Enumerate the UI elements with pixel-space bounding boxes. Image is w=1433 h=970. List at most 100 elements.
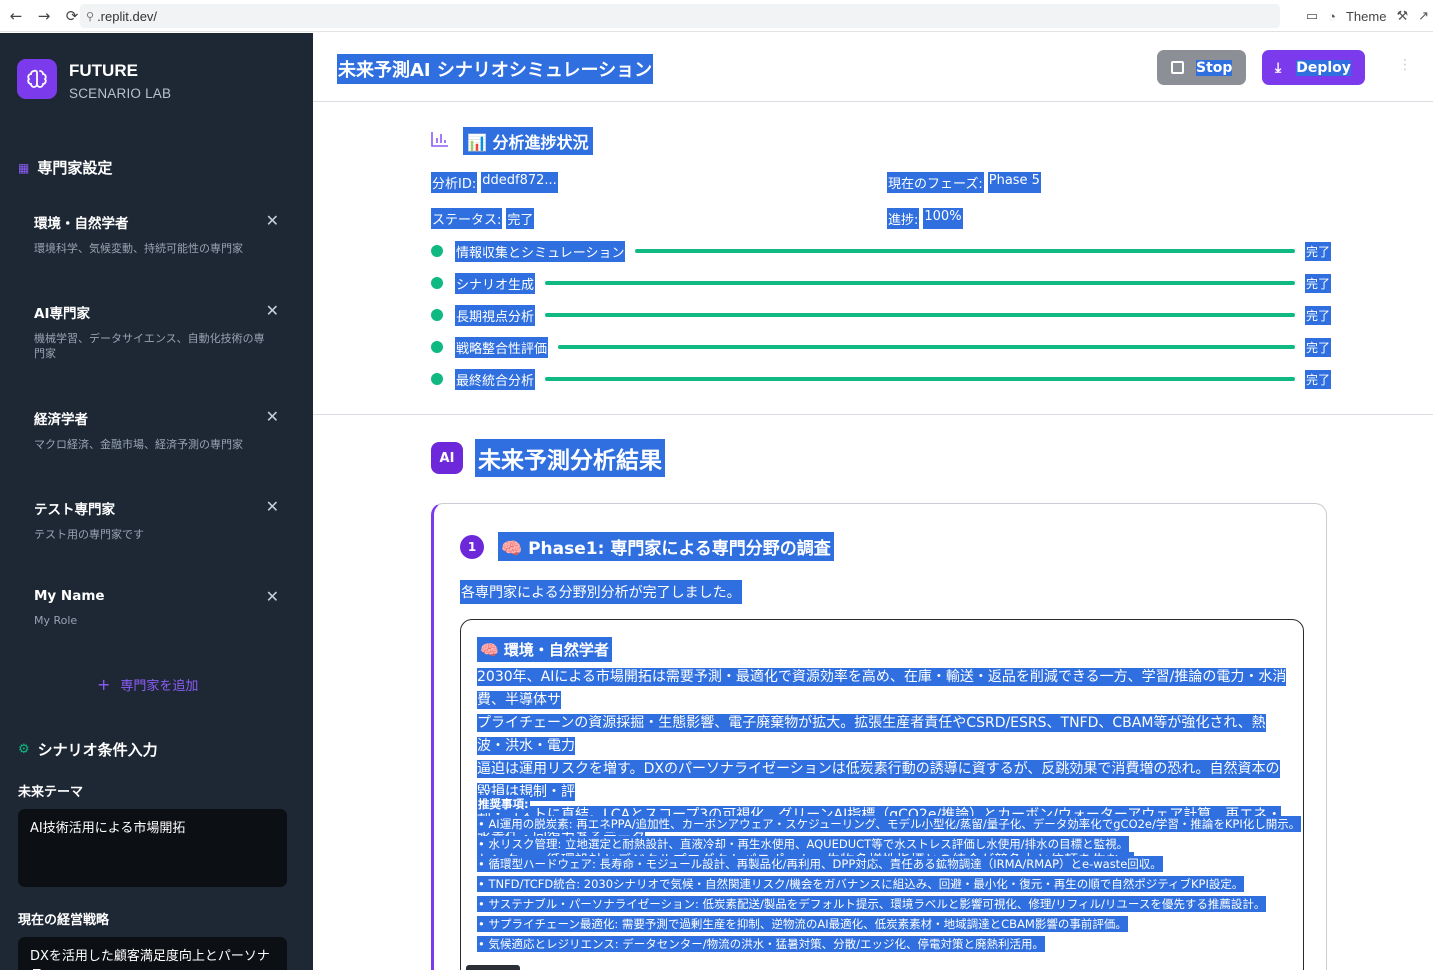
progress-percent: 進捗: 100% <box>887 208 963 229</box>
step-status: 完了 <box>1304 369 1331 389</box>
expert-item[interactable]: 経済学者 マクロ経済、金融市場、経済予測の専門家 ✕ <box>34 407 279 452</box>
browser-toolbar: ← → ⟳ ⚲ .replit.dev/ ▭ ◔ Theme ⚒ ↗ <box>0 0 1433 32</box>
progress-step: 情報収集とシミュレーション 完了 <box>431 240 1331 262</box>
step-status: 完了 <box>1304 305 1331 325</box>
floating-toolbar[interactable] <box>466 965 520 970</box>
future-theme-input[interactable]: AI技術活用による市場開拓 <box>18 809 287 887</box>
expert-desc: 環境科学、気候変動、持続可能性の専門家 <box>34 242 243 255</box>
analysis-id-label: 分析ID: <box>431 172 478 193</box>
phase-description: 各専門家による分野別分析が完了しました。 <box>460 580 742 604</box>
bar-chart-icon <box>431 131 449 151</box>
step-label: シナリオ生成 <box>455 272 536 294</box>
ai-badge: AI <box>431 442 463 474</box>
more-options-icon[interactable]: ⋮ <box>1398 57 1412 73</box>
expert-item[interactable]: テスト専門家 テスト用の専門家です ✕ <box>34 497 279 542</box>
step-progress-bar <box>545 313 1295 317</box>
progress-value: 100% <box>923 208 963 229</box>
body-line: 2030年、AIによる市場開拓は需要予測・最適化で資源効率を高め、在庫・輸送・返… <box>477 668 1287 709</box>
analysis-id-value: ddedf872... <box>481 172 558 193</box>
step-status: 完了 <box>1304 273 1331 293</box>
experts-section-title: 専門家設定 <box>37 159 113 177</box>
phase-label: 現在のフェーズ: <box>887 172 984 193</box>
recommendation-text: • サプライチェーン最適化: 需要予測で過剰生産を抑制、逆物流のAI最適化、低炭… <box>477 916 1128 932</box>
step-progress-bar <box>558 345 1295 349</box>
step-label: 最終統合分析 <box>455 368 536 390</box>
external-link-icon[interactable]: ↗ <box>1418 8 1429 24</box>
remove-expert-icon[interactable]: ✕ <box>266 497 279 516</box>
expert-desc: 機械学習、データサイエンス、自動化技術の専門家 <box>34 332 265 360</box>
progress-header: 📊 分析進捗状況 <box>431 127 593 155</box>
current-phase: 現在のフェーズ: Phase 5 <box>887 172 1041 193</box>
recommendations-list: • AI運用の脱炭素: 再エネPPA/追加性、カーボンアウェア・スケジューリング… <box>477 814 1302 954</box>
remove-expert-icon[interactable]: ✕ <box>266 587 279 606</box>
expert-result-title: 🧠 環境・自然学者 <box>477 637 612 662</box>
results-title: 未来予測分析結果 <box>475 439 665 477</box>
app-header: 未来予測AI シナリオシミュレーション Stop ⤓ Deploy ⋮ <box>313 33 1433 102</box>
expert-item[interactable]: AI専門家 機械学習、データサイエンス、自動化技術の専門家 ✕ <box>34 301 279 361</box>
results-header: AI 未来予測分析結果 <box>431 439 665 477</box>
body-line: プライチェーンの資源採掘・生態影響、電子廃棄物が拡大。拡張生産者責任やCSRD/… <box>477 714 1266 755</box>
step-label: 長期視点分析 <box>455 304 536 326</box>
strategy-input[interactable]: DXを活用した顧客満足度向上とパーソナラ <box>18 937 287 970</box>
recommendation-text: • TNFD/TCFD統合: 2030シナリオで気候・自然関連リスク/機会をガバ… <box>477 876 1245 892</box>
theme-button[interactable]: Theme <box>1346 9 1386 24</box>
forward-icon[interactable]: → <box>32 4 56 28</box>
grid-icon: ▦ <box>18 160 30 175</box>
devices-icon[interactable]: ▭ <box>1306 8 1318 24</box>
palette-icon[interactable]: ◔ <box>1328 9 1336 24</box>
recommendation-text: • 気候適応とレジリエンス: データセンター/物流の洪水・猛暑対策、分散/エッジ… <box>477 936 1045 952</box>
add-expert-label: 専門家を追加 <box>120 679 199 694</box>
remove-expert-icon[interactable]: ✕ <box>266 407 279 426</box>
list-item: • 気候適応とレジリエンス: データセンター/物流の洪水・猛暑対策、分散/エッジ… <box>477 934 1297 954</box>
list-item: • サプライチェーン最適化: 需要予測で過剰生産を抑制、逆物流のAI最適化、低炭… <box>477 914 1297 934</box>
expert-name: 環境・自然学者 <box>34 216 129 232</box>
expert-desc: テスト用の専門家です <box>34 528 144 541</box>
list-item: • 循環型ハードウェア: 長寿命・モジュール設計、再製品化/再利用、DPP対応、… <box>477 854 1297 874</box>
status-label: ステータス: <box>431 208 503 229</box>
remove-expert-icon[interactable]: ✕ <box>266 301 279 320</box>
recommendation-text: • サステナブル・パーソナライゼーション: 低炭素配送/製品をデフォルト提示、環… <box>477 896 1267 912</box>
phase-value: Phase 5 <box>987 172 1041 193</box>
phase-number: 1 <box>460 534 484 559</box>
progress-step: 戦略整合性評価 完了 <box>431 336 1331 358</box>
sidebar: FUTURE SCENARIO LAB ▦ 専門家設定 環境・自然学者 環境科学… <box>0 33 313 970</box>
plus-icon: + <box>97 675 111 694</box>
expert-desc: マクロ経済、金融市場、経済予測の専門家 <box>34 438 243 451</box>
future-theme-label: 未来テーマ <box>18 785 84 800</box>
add-expert-button[interactable]: + 専門家を追加 <box>97 675 198 694</box>
wrench-icon[interactable]: ⚒ <box>1396 8 1408 24</box>
step-progress-bar <box>545 377 1295 381</box>
progress-title: 📊 分析進捗状況 <box>463 127 593 155</box>
expert-name: 経済学者 <box>34 412 88 428</box>
scenario-section-header: ⚙ シナリオ条件入力 <box>18 739 158 760</box>
status-dot <box>431 373 443 385</box>
status-value: 完了 <box>506 208 535 229</box>
deploy-label: Deploy <box>1296 59 1351 76</box>
expert-item[interactable]: 環境・自然学者 環境科学、気候変動、持続可能性の専門家 ✕ <box>34 211 279 256</box>
recommendations-title: 推奨事項: <box>477 795 530 813</box>
list-item: • TNFD/TCFD統合: 2030シナリオで気候・自然関連リスク/機会をガバ… <box>477 874 1297 894</box>
back-icon[interactable]: ← <box>4 4 28 28</box>
recommendation-text: • AI運用の脱炭素: 再エネPPA/追加性、カーボンアウェア・スケジューリング… <box>477 816 1302 832</box>
remove-expert-icon[interactable]: ✕ <box>266 211 279 230</box>
recommendation-text: • 循環型ハードウェア: 長寿命・モジュール設計、再製品化/再利用、DPP対応、… <box>477 856 1163 872</box>
progress-step: 長期視点分析 完了 <box>431 304 1331 326</box>
site-info-icon[interactable]: ⚲ <box>86 10 94 23</box>
download-icon: ⤓ <box>1275 59 1282 76</box>
main-panel: 未来予測AI シナリオシミュレーション Stop ⤓ Deploy ⋮ 📊 分析… <box>313 33 1433 970</box>
stop-button[interactable]: Stop <box>1157 50 1246 85</box>
address-bar[interactable]: ⚲ .replit.dev/ <box>80 4 1280 28</box>
body-line: 逼迫は運用リスクを増す。DXのパーソナライゼーションは低炭素行動の誘導に資するが… <box>477 760 1280 801</box>
step-progress-bar <box>545 281 1295 285</box>
scenario-section-title: シナリオ条件入力 <box>37 741 158 759</box>
brand-title: FUTURE <box>69 61 138 80</box>
analysis-id: 分析ID: ddedf872... <box>431 172 558 193</box>
recommendation-text: • 水リスク管理: 立地選定と耐熱設計、直液冷却・再生水使用、AQUEDUCT等… <box>477 836 1130 852</box>
experts-section-header: ▦ 専門家設定 <box>18 157 112 178</box>
list-item: • 水リスク管理: 立地選定と耐熱設計、直液冷却・再生水使用、AQUEDUCT等… <box>477 834 1297 854</box>
expert-item[interactable]: My Name My Role ✕ <box>34 587 279 628</box>
expert-name: My Name <box>34 588 105 604</box>
expert-name: AI専門家 <box>34 306 90 322</box>
deploy-button[interactable]: ⤓ Deploy <box>1262 50 1365 85</box>
page-title: 未来予測AI シナリオシミュレーション <box>337 54 654 84</box>
